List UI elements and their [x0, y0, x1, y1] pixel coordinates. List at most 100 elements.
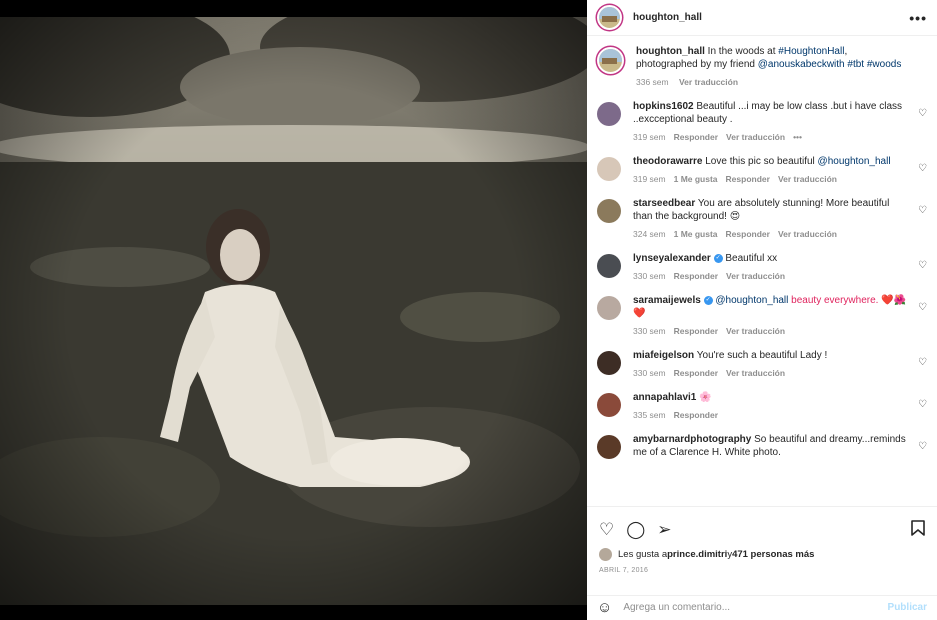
mention-link[interactable]: @houghton_hall — [715, 295, 788, 306]
translate-link[interactable]: Ver traducción — [679, 77, 738, 87]
comment-item: amybarnardphotography So beautiful and d… — [597, 433, 927, 459]
comment-like-heart-icon[interactable]: ♡ — [918, 302, 927, 313]
comment-body: Love this pic so beautiful — [705, 156, 818, 167]
commenter-avatar[interactable] — [597, 435, 621, 459]
commenter-username[interactable]: miafeigelson — [633, 350, 694, 361]
comment-more-icon[interactable]: ••• — [793, 132, 802, 142]
comment-body: Beautiful xx — [725, 253, 778, 264]
comment-input[interactable]: Agrega un comentario... — [623, 602, 730, 613]
emoji-icon[interactable]: ☺ — [597, 599, 612, 616]
comment-meta: 330 sem Responder Ver traducción — [633, 325, 907, 338]
commenter-avatar[interactable] — [597, 199, 621, 223]
comment-meta: 330 sem Responder Ver traducción — [633, 270, 907, 283]
caption-text-part: In the woods at — [707, 46, 779, 57]
mention-link[interactable]: @houghton_hall — [818, 156, 891, 167]
commenter-username[interactable]: hopkins1602 — [633, 101, 694, 112]
translate-link[interactable]: Ver traducción — [726, 368, 785, 378]
reply-button[interactable]: Responder — [674, 271, 718, 281]
commenter-avatar[interactable] — [597, 296, 621, 320]
comment-item: miafeigelson You're such a beautiful Lad… — [597, 349, 927, 380]
translate-link[interactable]: Ver traducción — [726, 271, 785, 281]
liker-username[interactable]: prince.dimitri — [667, 549, 727, 560]
heart-icon[interactable]: ♡ — [599, 521, 614, 538]
comment-likes-count[interactable]: 1 Me gusta — [674, 229, 718, 239]
reply-button[interactable]: Responder — [674, 326, 718, 336]
share-icon[interactable]: ➢ — [657, 521, 671, 538]
translate-link[interactable]: Ver traducción — [778, 174, 837, 184]
caption-time[interactable]: 336 sem — [636, 77, 669, 87]
comment-text: hopkins1602 Beautiful ...i may be low cl… — [633, 100, 907, 126]
more-options-icon[interactable]: ••• — [909, 10, 927, 26]
translate-link[interactable]: Ver traducción — [726, 326, 785, 336]
liker-avatar[interactable] — [599, 548, 612, 561]
commenter-avatar[interactable] — [597, 157, 621, 181]
comment-like-heart-icon[interactable]: ♡ — [918, 260, 927, 271]
comment-like-heart-icon[interactable]: ♡ — [918, 399, 927, 410]
comments-list[interactable]: houghton_hall In the woods at #HoughtonH… — [587, 37, 937, 505]
reply-button[interactable]: Responder — [726, 174, 770, 184]
mention-link[interactable]: @anouskabeckwith — [758, 59, 845, 70]
comment-likes-count[interactable]: 1 Me gusta — [674, 174, 718, 184]
comment-like-heart-icon[interactable]: ♡ — [918, 441, 927, 452]
comment-like-heart-icon[interactable]: ♡ — [918, 357, 927, 368]
comment-like-heart-icon[interactable]: ♡ — [918, 205, 927, 216]
comment-text: amybarnardphotography So beautiful and d… — [633, 433, 907, 459]
reply-button[interactable]: Responder — [674, 368, 718, 378]
author-username[interactable]: houghton_hall — [633, 12, 702, 23]
reply-button[interactable]: Responder — [726, 229, 770, 239]
publish-button[interactable]: Publicar — [888, 602, 927, 613]
comment-time[interactable]: 319 sem — [633, 132, 666, 142]
hashtag-link[interactable]: #tbt — [845, 59, 864, 70]
commenter-username[interactable]: annapahlavi1 — [633, 392, 696, 403]
comment-like-heart-icon[interactable]: ♡ — [918, 163, 927, 174]
post-side-panel: houghton_hall ••• houghton_hall In the w… — [587, 0, 937, 620]
likes-prefix: Les gusta a — [618, 549, 668, 560]
commenter-username[interactable]: saramaijewels — [633, 295, 701, 306]
post-photo[interactable] — [0, 17, 587, 605]
likes-count[interactable]: 471 personas más — [732, 549, 814, 560]
comment-meta: 319 sem 1 Me gusta Responder Ver traducción — [633, 173, 907, 186]
commenter-avatar[interactable] — [597, 102, 621, 126]
reply-button[interactable]: Responder — [674, 132, 718, 142]
comment-item: hopkins1602 Beautiful ...i may be low cl… — [597, 100, 927, 144]
instagram-post-view: houghton_hall ••• houghton_hall In the w… — [0, 0, 937, 620]
hashtag-link[interactable]: #woods — [864, 59, 901, 70]
comment-time[interactable]: 324 sem — [633, 229, 666, 239]
likes-summary: Les gusta a prince.dimitri y 471 persona… — [587, 541, 937, 561]
post-date[interactable]: ABRIL 7, 2016 — [587, 561, 937, 574]
comment-item: annapahlavi1 🌸 335 sem Responder ♡ — [597, 391, 927, 422]
commenter-username[interactable]: lynseyalexander — [633, 253, 711, 264]
reply-button[interactable]: Responder — [674, 410, 718, 420]
commenter-username[interactable]: amybarnardphotography — [633, 434, 751, 445]
comment-item: lynseyalexander ✓ Beautiful xx 330 sem Re… — [597, 252, 927, 283]
comment-time[interactable]: 319 sem — [633, 174, 666, 184]
translate-link[interactable]: Ver traducción — [726, 132, 785, 142]
comment-time[interactable]: 335 sem — [633, 410, 666, 420]
photo-artwork — [0, 17, 587, 605]
comment-meta: 335 sem Responder — [633, 409, 907, 422]
commenter-username[interactable]: theodorawarre — [633, 156, 702, 167]
comment-time[interactable]: 330 sem — [633, 368, 666, 378]
commenter-avatar[interactable] — [597, 393, 621, 417]
translate-link[interactable]: Ver traducción — [778, 229, 837, 239]
action-icons-row: ♡ ◯ ➢ — [587, 507, 937, 541]
comment-text: starseedbear You are absolutely stunning… — [633, 197, 907, 223]
comment-meta: 324 sem 1 Me gusta Responder Ver traducción — [633, 228, 907, 241]
caption-username[interactable]: houghton_hall — [636, 46, 705, 57]
comment-time[interactable]: 330 sem — [633, 271, 666, 281]
comment-body: You're such a beautiful Lady ! — [696, 350, 828, 361]
caption-meta: 336 sem Ver traducción — [636, 76, 907, 89]
comment-text: theodorawarre Love this pic so beautiful… — [633, 155, 907, 168]
caption-avatar[interactable] — [597, 47, 624, 74]
comment-text: saramaijewels ✓ @houghton_hall beauty ev… — [633, 294, 907, 320]
hashtag-link[interactable]: #HoughtonHall — [778, 46, 844, 57]
commenter-username[interactable]: starseedbear — [633, 198, 695, 209]
commenter-avatar[interactable] — [597, 254, 621, 278]
comment-time[interactable]: 330 sem — [633, 326, 666, 336]
comment-meta: 319 sem Responder Ver traducción ••• — [633, 131, 907, 144]
bookmark-icon[interactable] — [911, 519, 925, 539]
comment-like-heart-icon[interactable]: ♡ — [918, 108, 927, 119]
author-avatar[interactable] — [597, 5, 622, 30]
commenter-avatar[interactable] — [597, 351, 621, 375]
comment-icon[interactable]: ◯ — [626, 521, 645, 538]
